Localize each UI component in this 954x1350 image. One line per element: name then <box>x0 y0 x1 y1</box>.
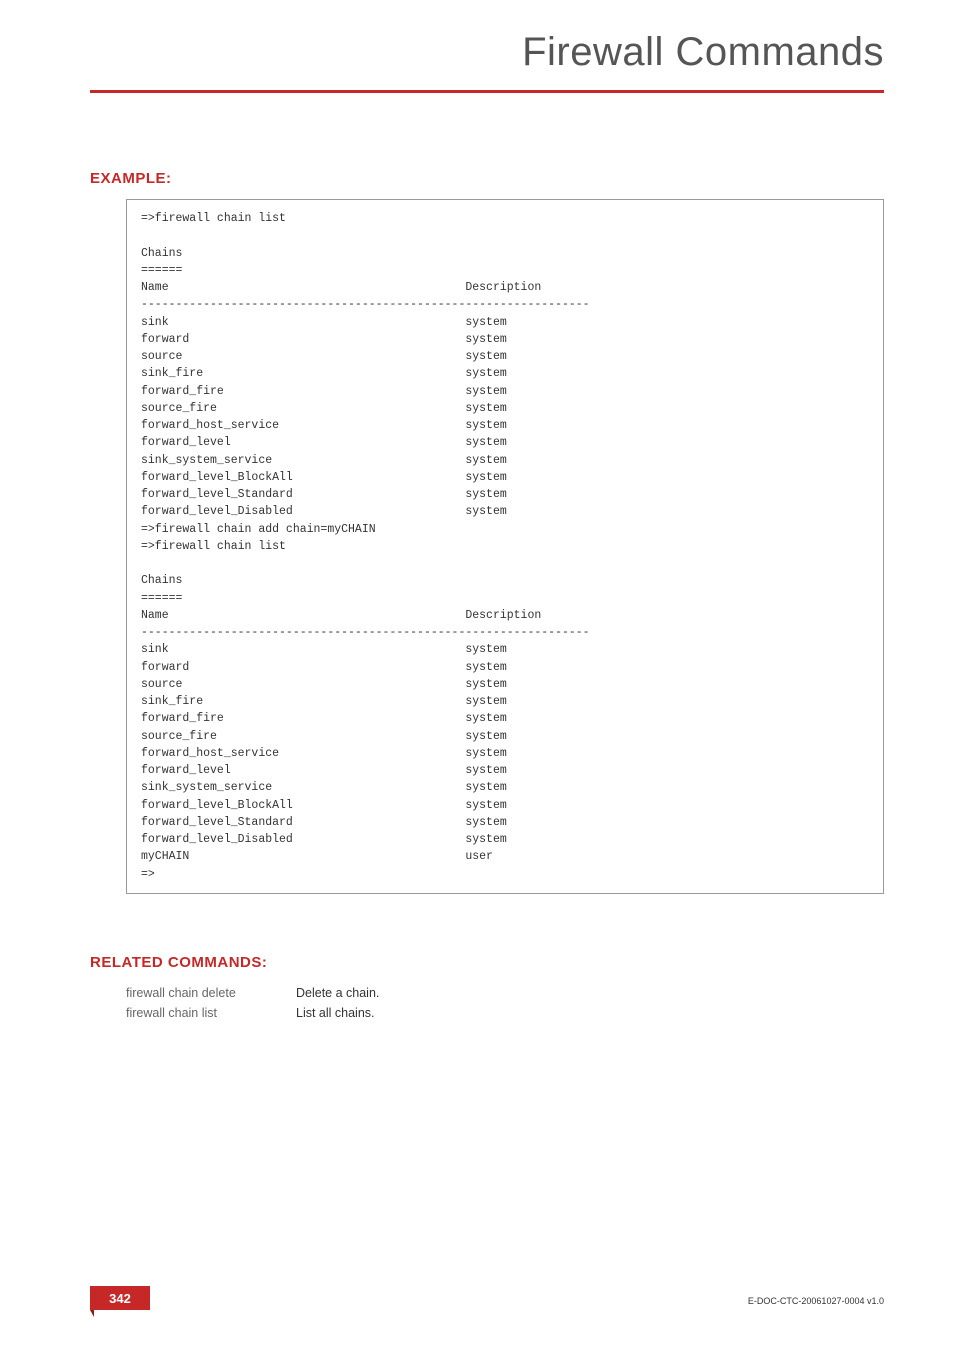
related-commands-heading: RELATED COMMANDS: <box>90 954 884 971</box>
related-command-name: firewall chain list <box>126 1003 296 1023</box>
related-command-name: firewall chain delete <box>126 983 296 1003</box>
related-commands-table: firewall chain delete Delete a chain. fi… <box>126 983 379 1023</box>
badge-tail <box>90 1310 94 1317</box>
page-content: EXAMPLE: =>firewall chain list Chains ==… <box>0 120 954 1023</box>
page-header: Firewall Commands <box>0 0 954 120</box>
page-footer: 342 E-DOC-CTC-20061027-0004 v1.0 <box>90 1282 884 1310</box>
document-id: E-DOC-CTC-20061027-0004 v1.0 <box>748 1296 884 1306</box>
table-row: firewall chain delete Delete a chain. <box>126 983 379 1003</box>
page-title: Firewall Commands <box>522 30 884 75</box>
table-row: firewall chain list List all chains. <box>126 1003 379 1023</box>
header-rule <box>90 90 884 93</box>
related-command-desc: List all chains. <box>296 1003 379 1023</box>
page-number-badge: 342 <box>90 1286 150 1310</box>
related-command-desc: Delete a chain. <box>296 983 379 1003</box>
example-code-block: =>firewall chain list Chains ====== Name… <box>126 199 884 894</box>
example-heading: EXAMPLE: <box>90 170 884 187</box>
